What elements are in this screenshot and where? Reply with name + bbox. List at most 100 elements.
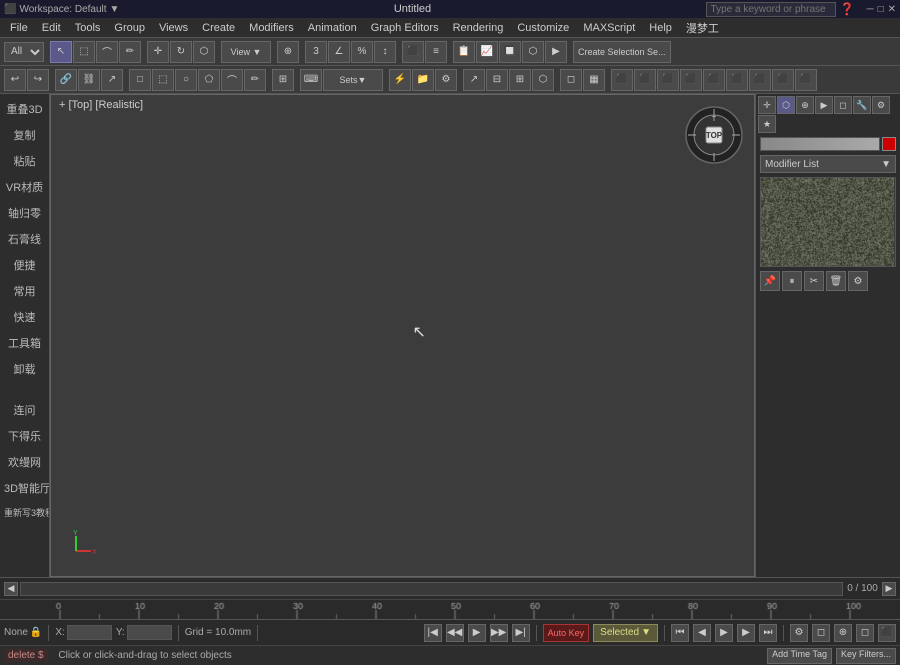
menu-custom1[interactable]: 漫梦工 xyxy=(680,18,725,38)
extra-status-btn5[interactable]: ⬛ xyxy=(878,624,896,642)
angle-snap-button[interactable]: ∠ xyxy=(328,41,350,63)
menu-tools[interactable]: Tools xyxy=(69,20,107,36)
goto-start-button[interactable]: |◀ xyxy=(424,624,442,642)
link-button[interactable]: 🔗 xyxy=(55,69,77,91)
add-time-tag-button[interactable]: Add Time Tag xyxy=(767,648,832,664)
extra-status-btn3[interactable]: ⊕ xyxy=(834,624,852,642)
prev-frame-button[interactable]: ◀◀ xyxy=(446,624,464,642)
make-unique-button[interactable]: ✂ xyxy=(804,271,824,291)
status-lock-icon[interactable]: 🔒 xyxy=(30,627,42,638)
batch-render-button[interactable]: ▦ xyxy=(583,69,605,91)
keyboard-shortcut-override[interactable]: ⌨ xyxy=(300,69,322,91)
sidebar-item-axis-reset[interactable]: 轴归零 xyxy=(0,200,49,226)
properties-button[interactable]: ⚙ xyxy=(435,69,457,91)
sidebar-item-toolbox[interactable]: 工具箱 xyxy=(0,330,49,356)
menu-maxscript[interactable]: MAXScript xyxy=(577,20,641,36)
transport-btn1[interactable]: ⏮ xyxy=(671,624,689,642)
remove-modifier-button[interactable]: 🗑 xyxy=(826,271,846,291)
named-selection-sets[interactable]: Sets▼ xyxy=(323,69,383,91)
render-setup-button[interactable]: ⬡ xyxy=(522,41,544,63)
sidebar-item-xiadeле[interactable]: 下得乐 xyxy=(0,423,49,449)
auto-key-button[interactable]: Auto Key xyxy=(543,624,590,642)
sidebar-item-3d-smart[interactable]: 3D智能厅 xyxy=(0,475,49,501)
lasso-select2-button[interactable]: ⌒ xyxy=(221,69,243,91)
schematic-view-button[interactable]: ⊞ xyxy=(509,69,531,91)
sidebar-item-copy[interactable]: 复制 xyxy=(0,122,49,148)
dropdown-arrow[interactable]: ▼ xyxy=(110,4,120,15)
paint-select-button[interactable]: ✏ xyxy=(119,41,141,63)
minimize-button[interactable]: ─ xyxy=(866,4,873,15)
timeline-track[interactable] xyxy=(20,582,843,596)
viewport[interactable]: + [Top] [Realistic] ↖ T TOP xyxy=(50,94,755,577)
curve-editor-button[interactable]: ↗ xyxy=(463,69,485,91)
menu-graph-editors[interactable]: Graph Editors xyxy=(365,20,445,36)
spinner-snap-button[interactable]: ↕ xyxy=(374,41,396,63)
transport-btn5[interactable]: ⏭ xyxy=(759,624,777,642)
region-select-button[interactable]: ⬚ xyxy=(73,41,95,63)
dope-sheet-button[interactable]: ⊟ xyxy=(486,69,508,91)
menu-help[interactable]: Help xyxy=(643,20,678,36)
select-by-name-button[interactable]: □ xyxy=(129,69,151,91)
select-tool-button[interactable]: ↖ xyxy=(50,41,72,63)
sidebar-item-vr-material[interactable]: VR材质 xyxy=(0,174,49,200)
rotate-button[interactable]: ↻ xyxy=(170,41,192,63)
extra-btn3[interactable]: ⬛ xyxy=(657,69,679,91)
selection-filter-dropdown[interactable]: All xyxy=(4,42,44,62)
rp-tab-display[interactable]: ◻ xyxy=(834,96,852,114)
selected-dropdown[interactable]: Selected ▼ xyxy=(593,624,658,642)
key-filters-button[interactable]: Key Filters... xyxy=(836,648,896,664)
show-end-result-button[interactable]: ⏸ xyxy=(782,271,802,291)
transport-btn3[interactable]: ▶ xyxy=(715,624,733,642)
extra-btn7[interactable]: ⬛ xyxy=(749,69,771,91)
lasso-select-button[interactable]: ⌒ xyxy=(96,41,118,63)
select-move-button[interactable]: ✛ xyxy=(147,41,169,63)
reference-coord-dropdown[interactable]: View ▼ xyxy=(221,41,271,63)
redo-button[interactable]: ↪ xyxy=(27,69,49,91)
rp-tab-extra1[interactable]: ⚙ xyxy=(872,96,890,114)
create-selection-button[interactable]: Create Selection Se... xyxy=(573,41,671,63)
modifier-list-dropdown[interactable]: Modifier List ▼ xyxy=(760,155,896,173)
align-button[interactable]: ≡ xyxy=(425,41,447,63)
color-swatch[interactable] xyxy=(882,137,896,151)
status-x-input[interactable] xyxy=(67,625,112,640)
rp-tab-extra2[interactable]: ★ xyxy=(758,115,776,133)
extra-btn9[interactable]: ⬛ xyxy=(795,69,817,91)
menu-edit[interactable]: Edit xyxy=(36,20,67,36)
rect-select-button[interactable]: ⬚ xyxy=(152,69,174,91)
extra-status-btn4[interactable]: ◻ xyxy=(856,624,874,642)
sidebar-item-fast[interactable]: 快速 xyxy=(0,304,49,330)
sidebar-item-plaster[interactable]: 石膏线 xyxy=(0,226,49,252)
play-button[interactable]: ▶ xyxy=(468,624,486,642)
render-to-texture-button[interactable]: ◻ xyxy=(560,69,582,91)
snap-toggle-button[interactable]: 3 xyxy=(305,41,327,63)
rp-tab-utilities[interactable]: 🔧 xyxy=(853,96,871,114)
bind-space-warp-button[interactable]: ↗ xyxy=(101,69,123,91)
rp-tab-modify[interactable]: ⬡ xyxy=(777,96,795,114)
status-y-input[interactable] xyxy=(127,625,172,640)
frame-ruler[interactable] xyxy=(0,599,900,619)
timeline-prev-button[interactable]: ◀ xyxy=(4,582,18,596)
percent-snap-button[interactable]: % xyxy=(351,41,373,63)
menu-create[interactable]: Create xyxy=(196,20,241,36)
extra-status-btn1[interactable]: ⚙ xyxy=(790,624,808,642)
circle-select-button[interactable]: ○ xyxy=(175,69,197,91)
timeline-next-button[interactable]: ▶ xyxy=(882,582,896,596)
extra-btn6[interactable]: ⬛ xyxy=(726,69,748,91)
wire-parameters-button[interactable]: ⚡ xyxy=(389,69,411,91)
sidebar-item-common[interactable]: 常用 xyxy=(0,278,49,304)
pin-icon-button[interactable]: 📌 xyxy=(760,271,780,291)
close-button[interactable]: ✕ xyxy=(888,4,896,15)
menu-animation[interactable]: Animation xyxy=(302,20,363,36)
menu-group[interactable]: Group xyxy=(108,20,151,36)
sidebar-item-unload[interactable]: 卸载 xyxy=(0,356,49,382)
goto-end-button[interactable]: ▶| xyxy=(512,624,530,642)
render-button[interactable]: ▶ xyxy=(545,41,567,63)
sidebar-item-tutorial[interactable]: 重新写3教程 xyxy=(0,501,49,524)
configure-modifier-sets-button[interactable]: ⚙ xyxy=(848,271,868,291)
crossing-button[interactable]: ⊞ xyxy=(272,69,294,91)
mirror-button[interactable]: ⬛ xyxy=(402,41,424,63)
search-input[interactable] xyxy=(706,2,836,17)
material-editor-button[interactable]: 🔲 xyxy=(499,41,521,63)
rp-tab-create[interactable]: ✛ xyxy=(758,96,776,114)
sidebar-item-overlay3d[interactable]: 重叠3D xyxy=(0,96,49,122)
